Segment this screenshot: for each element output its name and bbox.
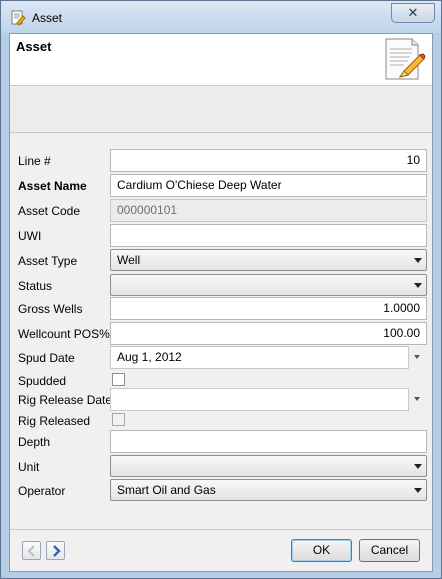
asset-type-label: Asset Type [18, 254, 78, 268]
dialog-header: Asset [10, 34, 432, 86]
date-picker-icon[interactable] [414, 355, 420, 359]
row-unit: Unit [10, 455, 432, 479]
asset-code-label: Asset Code [18, 204, 81, 218]
asset-code-field: 000000101 [110, 199, 427, 222]
status-select[interactable] [110, 274, 427, 296]
row-status: Status [10, 274, 432, 298]
window-title: Asset [32, 11, 63, 25]
unit-select[interactable] [110, 455, 427, 477]
row-spud-date: Spud Date Aug 1, 2012 [10, 346, 432, 370]
row-line: Line # 10 [10, 149, 432, 173]
header-title: Asset [16, 39, 52, 54]
spudded-checkbox[interactable] [112, 373, 125, 386]
asset-type-value: Well [117, 253, 141, 267]
row-depth: Depth [10, 430, 432, 454]
close-button[interactable]: ✕ [391, 3, 435, 23]
footer-divider [10, 529, 432, 530]
gross-wells-label: Gross Wells [18, 302, 83, 316]
row-wellcount-pos: Wellcount POS% 100.00 [10, 322, 432, 346]
chevron-down-icon [414, 464, 422, 469]
uwi-label: UWI [18, 229, 42, 243]
close-icon: ✕ [407, 5, 419, 20]
chevron-left-icon [27, 545, 35, 557]
header-banner [10, 87, 432, 133]
asset-dialog: Asset ✕ Asset Line # 10 Asset Name Cardi… [0, 0, 442, 579]
dialog-body: Asset Line # 10 Asset Name Cardium O'Chi… [9, 33, 433, 572]
asset-name-field[interactable]: Cardium O'Chiese Deep Water [110, 174, 427, 197]
status-label: Status [18, 279, 53, 293]
wellcount-pos-field[interactable]: 100.00 [110, 322, 427, 345]
spudded-label: Spudded [18, 374, 67, 388]
rig-release-date-label: Rig Release Date [18, 393, 113, 407]
line-label: Line # [18, 154, 51, 168]
chevron-right-icon [53, 545, 61, 557]
row-asset-code: Asset Code 000000101 [10, 199, 432, 223]
title-bar[interactable]: Asset ✕ [1, 1, 441, 33]
row-asset-name: Asset Name Cardium O'Chiese Deep Water [10, 174, 432, 198]
date-picker-icon[interactable] [414, 397, 420, 401]
cancel-button[interactable]: Cancel [359, 539, 420, 562]
rig-released-checkbox[interactable] [112, 413, 125, 426]
line-number-field[interactable]: 10 [110, 149, 427, 172]
asset-name-label: Asset Name [18, 179, 87, 193]
gross-wells-field[interactable]: 1.0000 [110, 297, 427, 320]
row-asset-type: Asset Type Well [10, 249, 432, 273]
spud-date-field[interactable]: Aug 1, 2012 [110, 346, 409, 369]
row-gross-wells: Gross Wells 1.0000 [10, 297, 432, 321]
previous-button[interactable] [22, 541, 41, 560]
operator-value: Smart Oil and Gas [117, 483, 216, 497]
rig-release-date-field[interactable] [110, 388, 409, 411]
spud-date-label: Spud Date [18, 351, 75, 365]
unit-label: Unit [18, 460, 40, 474]
operator-label: Operator [18, 484, 66, 498]
rig-released-label: Rig Released [18, 414, 91, 428]
row-operator: Operator Smart Oil and Gas [10, 479, 432, 503]
depth-label: Depth [18, 435, 51, 449]
depth-field[interactable] [110, 430, 427, 453]
document-edit-icon [385, 38, 426, 80]
wellcount-pos-label: Wellcount POS% [18, 327, 110, 341]
chevron-down-icon [414, 488, 422, 493]
chevron-down-icon [414, 283, 422, 288]
asset-edit-icon [11, 10, 26, 26]
ok-button[interactable]: OK [291, 539, 352, 562]
uwi-field[interactable] [110, 224, 427, 247]
row-uwi: UWI [10, 224, 432, 248]
operator-select[interactable]: Smart Oil and Gas [110, 479, 427, 501]
asset-type-select[interactable]: Well [110, 249, 427, 271]
chevron-down-icon [414, 258, 422, 263]
next-button[interactable] [46, 541, 65, 560]
